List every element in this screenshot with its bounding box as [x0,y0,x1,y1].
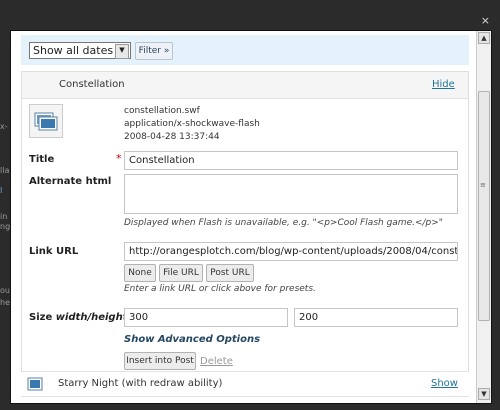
background-fragment: lla [0,166,10,175]
scrollbar-thumb[interactable] [478,91,490,321]
size-label: Size width/height [29,312,127,323]
background-fragment: x- [0,122,8,131]
link-url-label: Link URL [29,246,79,257]
image-file-icon [27,376,43,395]
link-post-url-button[interactable]: Post URL [206,264,254,282]
close-icon[interactable]: × [481,14,490,27]
media-item-panel: Constellation Hide constellation.swf app… [21,71,469,391]
vertical-scrollbar[interactable]: ▲ ≡ ▼ [476,31,491,403]
required-mark: * [116,152,122,165]
alternate-html-textarea[interactable] [124,174,458,214]
media-item-title: Starry Night (with redraw ability) [58,378,223,389]
link-none-button[interactable]: None [124,264,156,282]
media-item-title: Constellation [59,79,125,90]
filter-bar: Show all dates ▼ Filter » [21,35,469,65]
width-input[interactable]: 300 [124,308,288,327]
background-fragment: ou [0,286,10,295]
show-link[interactable]: Show [431,378,458,389]
link-url-input[interactable]: http://orangesplotch.com/blog/wp-content… [124,242,458,261]
alternate-html-label: Alternate html [29,176,112,187]
link-file-url-button[interactable]: File URL [159,264,203,282]
media-viewport: Show all dates ▼ Filter » Constellation … [11,31,477,403]
scroll-down-icon[interactable]: ▼ [478,388,490,400]
media-item-row: Starry Night (with redraw ability) Show [21,371,469,397]
insert-into-post-button[interactable]: Insert into Post [124,352,196,370]
title-input[interactable]: Constellation [124,151,458,170]
background-fragment: in [0,212,8,221]
date-filter-select[interactable]: Show all dates ▼ [29,42,131,59]
media-filename: constellation.swf [124,106,200,116]
size-label-prefix: Size [29,312,56,323]
chevron-down-icon[interactable]: ▼ [115,44,129,59]
height-input[interactable]: 200 [294,308,458,327]
link-url-help: Enter a link URL or click above for pres… [124,284,316,294]
hide-link[interactable]: Hide [432,79,455,90]
filter-button[interactable]: Filter » [135,42,173,60]
flash-file-icon [29,104,63,138]
grip-icon: ≡ [480,181,486,189]
background-fragment: he [0,298,10,307]
show-advanced-options-link[interactable]: Show Advanced Options [124,334,260,345]
title-label: Title [29,154,55,165]
delete-link[interactable]: Delete [200,356,233,367]
media-upload-date: 2008-04-28 13:37:44 [124,132,220,142]
media-item-header: Constellation Hide [22,72,468,99]
scroll-up-icon[interactable]: ▲ [478,32,490,44]
alternate-html-help: Displayed when Flash is unavailable, e.g… [124,218,443,228]
date-filter-value: Show all dates [33,44,114,57]
media-dialog: Show all dates ▼ Filter » Constellation … [10,30,492,404]
size-label-dimensions: width/height [55,312,128,323]
background-fragment: I [0,186,3,195]
media-mime-type: application/x-shockwave-flash [124,119,260,129]
